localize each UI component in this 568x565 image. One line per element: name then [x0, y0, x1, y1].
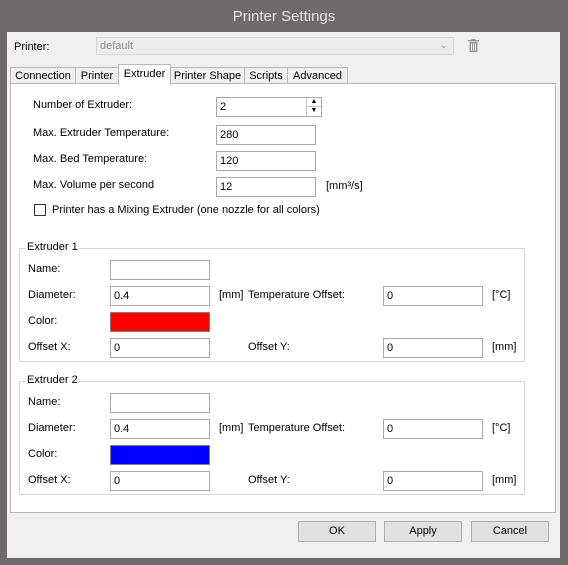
- extruder-2-offset-y-label: Offset Y:: [248, 474, 290, 486]
- extruder-1-offset-y-unit: [mm]: [492, 341, 517, 353]
- mixing-extruder-label: Printer has a Mixing Extruder (one nozzl…: [52, 204, 320, 216]
- tab-scripts[interactable]: Scripts: [244, 67, 288, 84]
- max-extruder-temp-label: Max. Extruder Temperature:: [33, 127, 170, 139]
- extruder-2-group: Extruder 2 Name: Diameter: 0.4 [mm] Temp…: [19, 374, 525, 495]
- spin-up-icon[interactable]: ▲: [307, 98, 321, 107]
- tab-advanced[interactable]: Advanced: [287, 67, 348, 84]
- tab-printer-shape[interactable]: Printer Shape: [170, 67, 245, 84]
- extruder-2-name-input[interactable]: [110, 393, 210, 413]
- extruder-1-color-label: Color:: [28, 315, 58, 327]
- extruder-2-offset-x-input[interactable]: 0: [110, 471, 210, 491]
- extruder-2-diameter-unit: [mm]: [219, 422, 244, 434]
- extruder-1-offset-y-label: Offset Y:: [248, 341, 290, 353]
- extruder-1-offset-x-label: Offset X:: [28, 341, 71, 353]
- extruder-1-temp-offset-unit: [°C]: [492, 289, 511, 301]
- extruder-2-color-swatch[interactable]: [110, 445, 210, 465]
- spinner-buttons: ▲ ▼: [306, 98, 321, 116]
- max-extruder-temp-input[interactable]: 280: [216, 125, 316, 145]
- num-extruders-label: Number of Extruder:: [33, 99, 133, 111]
- mixing-extruder-checkbox[interactable]: [34, 204, 46, 216]
- extruder-2-temp-offset-label: Temperature Offset:: [248, 422, 346, 434]
- tab-printer[interactable]: Printer: [75, 67, 119, 84]
- max-bed-temp-label: Max. Bed Temperature:: [33, 153, 148, 165]
- extruder-1-group: Extruder 1 Name: Diameter: 0.4 [mm] Temp…: [19, 241, 525, 362]
- max-volume-label: Max. Volume per second: [33, 179, 155, 191]
- extruder-2-temp-offset-unit: [°C]: [492, 422, 511, 434]
- extruder-1-diameter-unit: [mm]: [219, 289, 244, 301]
- extruder-2-name-label: Name:: [28, 396, 61, 408]
- extruder-1-name-label: Name:: [28, 263, 61, 275]
- window-client-area: Printer: default ⌄ Connection Printer Ex…: [7, 32, 560, 558]
- num-extruders-value: 2: [220, 101, 227, 113]
- extruder-tab-page: Number of Extruder: 2 ▲ ▼ Max. Extruder …: [10, 83, 556, 513]
- extruder-1-diameter-label: Diameter:: [28, 289, 76, 301]
- extruder-1-offset-x-input[interactable]: 0: [110, 338, 210, 358]
- chevron-down-icon: ⌄: [439, 40, 448, 51]
- extruder-2-temp-offset-input[interactable]: 0: [383, 419, 483, 439]
- printer-settings-window: Printer Settings Printer: default ⌄ Conn…: [0, 0, 568, 565]
- spin-down-icon[interactable]: ▼: [307, 107, 321, 115]
- extruder-2-offset-y-unit: [mm]: [492, 474, 517, 486]
- extruder-2-title: Extruder 2: [26, 374, 79, 386]
- extruder-2-color-label: Color:: [28, 448, 58, 460]
- extruder-1-diameter-input[interactable]: 0.4: [110, 286, 210, 306]
- tab-extruder[interactable]: Extruder: [118, 64, 171, 85]
- max-volume-input[interactable]: 12: [216, 177, 316, 197]
- tab-connection[interactable]: Connection: [10, 67, 76, 84]
- max-bed-temp-input[interactable]: 120: [216, 151, 316, 171]
- apply-button[interactable]: Apply: [384, 521, 462, 542]
- max-volume-unit: [mm³/s]: [326, 180, 363, 192]
- printer-label: Printer:: [14, 41, 50, 53]
- printer-select[interactable]: default ⌄: [96, 37, 454, 55]
- extruder-1-temp-offset-label: Temperature Offset:: [248, 289, 346, 301]
- trash-icon[interactable]: [468, 39, 479, 52]
- window-title: Printer Settings: [232, 8, 336, 25]
- cancel-button[interactable]: Cancel: [471, 521, 549, 542]
- extruder-2-diameter-input[interactable]: 0.4: [110, 419, 210, 439]
- extruder-2-offset-y-input[interactable]: 0: [383, 471, 483, 491]
- extruder-1-title: Extruder 1: [26, 241, 79, 253]
- printer-select-value: default: [100, 40, 134, 52]
- extruder-2-diameter-label: Diameter:: [28, 422, 76, 434]
- extruder-1-name-input[interactable]: [110, 260, 210, 280]
- num-extruders-spinner[interactable]: 2 ▲ ▼: [216, 97, 322, 117]
- extruder-2-offset-x-label: Offset X:: [28, 474, 71, 486]
- extruder-1-color-swatch[interactable]: [110, 312, 210, 332]
- extruder-1-temp-offset-input[interactable]: 0: [383, 286, 483, 306]
- ok-button[interactable]: OK: [298, 521, 376, 542]
- extruder-1-offset-y-input[interactable]: 0: [383, 338, 483, 358]
